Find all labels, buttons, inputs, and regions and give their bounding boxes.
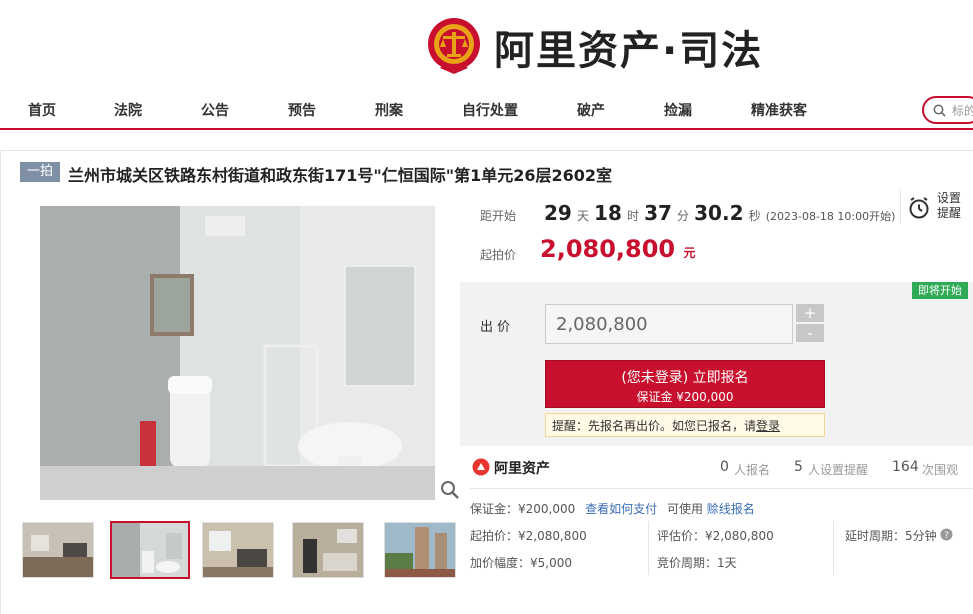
countdown-days-unit: 天 [576,209,589,223]
brand-logo-text: 阿里资产·司法 [494,28,764,74]
start-price-amount: 2,080,800 [540,235,676,263]
nav-item-self-disposal[interactable]: 自行处置 [462,100,518,120]
reminder-label: 设置 提醒 [937,191,961,221]
search-icon [933,104,946,117]
bid-amount-input[interactable] [545,304,793,344]
login-link[interactable]: 登录 [756,419,780,433]
reminder-count-label: 人设置提醒 [808,463,869,477]
alarm-clock-icon [909,197,929,219]
auction-title: 兰州市城关区铁路东村街道和政东街171号"仁恒国际"第1单元26层2602室 [68,166,613,185]
bid-decrease-button[interactable]: - [796,324,824,342]
status-badge: 即将开始 [912,282,968,299]
detail-increment: 加价幅度：¥5,000 [470,556,572,570]
countdown-minutes-unit: 分 [677,209,690,223]
countdown-hours-unit: 时 [626,209,639,223]
divider [833,521,834,575]
register-button-label: (您未登录) 立即报名 [621,370,749,386]
views-count: 164 [892,459,919,475]
nav-item-court[interactable]: 法院 [114,100,142,120]
countdown-seconds-unit: 秒 [748,209,761,223]
search-input[interactable]: 标的 [922,96,973,124]
detail-start-price: 起拍价：¥2,080,800 [470,529,587,543]
nav-item-leads[interactable]: 精准获客 [751,100,807,120]
countdown-label: 距开始 [480,209,517,223]
nav-item-preview[interactable]: 预告 [288,100,316,120]
auction-round-tag: 一拍 [20,162,60,182]
reminder-label-line2: 提醒 [937,206,962,220]
search-placeholder: 标的 [952,104,973,118]
ali-assets-logo-icon [472,458,490,476]
register-deposit-label: 保证金 ¥200,000 [636,390,734,404]
set-reminder-button[interactable]: 设置 提醒 [900,190,973,224]
countdown-minutes: 37 [644,201,672,225]
divider [470,488,973,489]
detail-delay-period: 延时周期：5分钟 [845,529,937,543]
nav-item-home[interactable]: 首页 [28,100,56,120]
thumbnail-photo[interactable] [22,522,94,578]
reminder-count: 5 [794,459,803,475]
start-price-value: 2,080,800 元 [540,235,696,263]
thumbnail-photo[interactable] [384,522,456,578]
thumbnail-photo[interactable] [202,522,274,578]
detail-appraisal: 评估价：¥2,080,800 [657,529,774,543]
countdown-hours: 18 [594,201,622,225]
views-label: 次围观 [922,463,959,477]
main-nav: 首页 法院 公告 预告 刑案 自行处置 破产 捡漏 精准获客 [0,92,973,130]
countdown-days: 29 [544,201,572,225]
countdown-seconds: 30.2 [694,201,744,225]
nav-item-bankruptcy[interactable]: 破产 [577,100,605,120]
deposit-line: 保证金：¥200,000 查看如何支付 可使用 赊线报名 [470,500,755,517]
ali-assets-brand: 阿里资产 [494,461,550,477]
how-to-pay-link[interactable]: 查看如何支付 [585,502,657,516]
start-time-note: (2023-08-18 10:00开始) [765,210,896,223]
register-now-button[interactable]: (您未登录) 立即报名 保证金 ¥200,000 [545,360,825,408]
registered-count: 0 [720,459,729,475]
zoom-icon[interactable] [440,480,460,500]
nav-item-bargain[interactable]: 捡漏 [664,100,692,120]
divider [648,521,649,575]
main-property-photo[interactable] [20,206,440,500]
stats-bar: 阿里资产 0 人报名 5 人设置提醒 164 次围观 [460,448,973,488]
bid-increase-button[interactable]: + [796,304,824,322]
court-emblem-logo [426,16,482,76]
start-price-unit: 元 [683,246,696,260]
no-deposit-register-link[interactable]: 赊线报名 [707,502,755,516]
registered-label: 人报名 [734,463,771,477]
usable-label: 可使用 [666,502,703,516]
thumbnail-photo-selected[interactable] [110,521,190,579]
nav-item-criminal[interactable]: 刑案 [375,100,403,120]
start-price-label: 起拍价 [480,248,517,262]
help-icon[interactable]: ? [940,528,953,541]
reminder-label-line1: 设置 [937,191,962,205]
nav-item-announcement[interactable]: 公告 [201,100,229,120]
login-tip-text: 提醒：先报名再出价。如您已报名，请 [552,419,757,433]
thumbnail-photo[interactable] [292,522,364,578]
detail-bid-period: 竞价周期：1天 [657,556,737,570]
deposit-label: 保证金：¥200,000 [470,502,576,516]
countdown-timer: 29 天 18 时 37 分 30.2 秒 (2023-08-18 10:00开… [544,201,895,225]
bid-label: 出 价 [480,320,511,335]
svg-text:?: ? [944,531,949,541]
login-tip: 提醒：先报名再出价。如您已报名，请登录 [545,413,825,437]
